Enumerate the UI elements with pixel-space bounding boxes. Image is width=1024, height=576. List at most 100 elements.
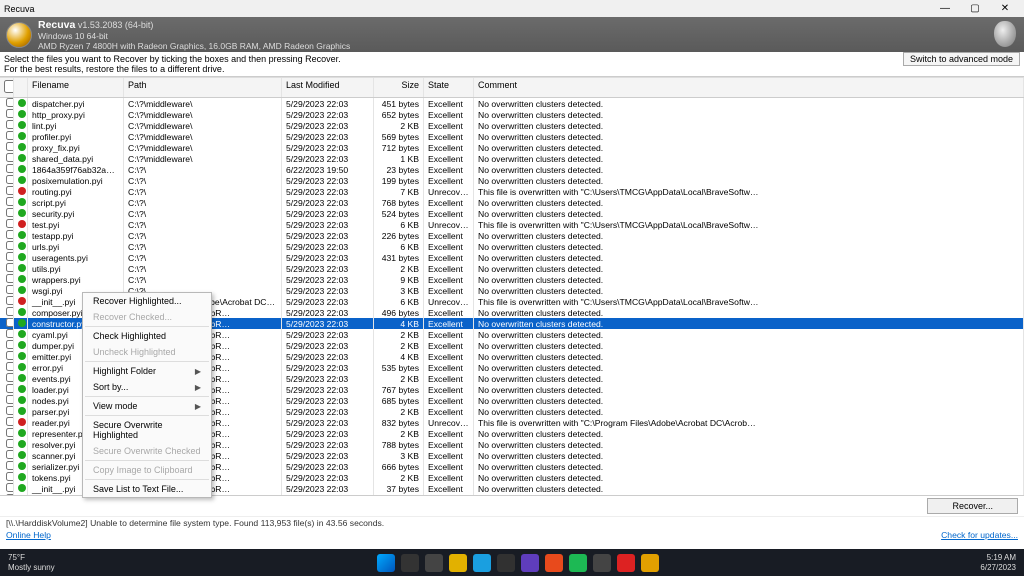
vscode-icon[interactable]: [521, 554, 539, 572]
column-header-row: Filename Path Last Modified Size State C…: [0, 77, 1024, 98]
status-dot-icon: [18, 275, 26, 283]
start-button-icon[interactable]: [377, 554, 395, 572]
row-checkbox[interactable]: [6, 285, 14, 294]
os-line: Windows 10 64-bit: [38, 31, 350, 41]
status-dot-icon: [18, 330, 26, 338]
row-checkbox[interactable]: [6, 252, 14, 261]
header-filename[interactable]: Filename: [28, 78, 124, 97]
header-last-modified[interactable]: Last Modified: [282, 78, 374, 97]
row-checkbox[interactable]: [6, 406, 14, 415]
row-checkbox[interactable]: [6, 428, 14, 437]
row-checkbox[interactable]: [6, 384, 14, 393]
status-dot-icon: [18, 473, 26, 481]
minimize-button[interactable]: —: [930, 3, 960, 14]
status-dot-icon: [18, 374, 26, 382]
row-checkbox[interactable]: [6, 109, 14, 118]
row-checkbox[interactable]: [6, 219, 14, 228]
row-checkbox[interactable]: [6, 373, 14, 382]
status-message: [\\.\HarddiskVolume2] Unable to determin…: [0, 516, 1024, 529]
row-checkbox[interactable]: [6, 483, 14, 492]
row-checkbox[interactable]: [6, 164, 14, 173]
app2-icon[interactable]: [593, 554, 611, 572]
row-checkbox[interactable]: [6, 329, 14, 338]
menu-highlight-folder[interactable]: Highlight Folder▶: [83, 363, 211, 379]
row-checkbox[interactable]: [6, 439, 14, 448]
instructions-bar: Select the files you want to Recover by …: [0, 52, 1024, 77]
terminal-icon[interactable]: [497, 554, 515, 572]
status-dot-icon: [18, 462, 26, 470]
recover-button[interactable]: Recover...: [927, 498, 1018, 514]
row-checkbox[interactable]: [6, 318, 14, 327]
maximize-button[interactable]: ▢: [960, 3, 990, 14]
status-bar: Recover... [\\.\HarddiskVolume2] Unable …: [0, 495, 1024, 541]
row-checkbox[interactable]: [6, 153, 14, 162]
header-size[interactable]: Size: [374, 78, 424, 97]
menu-copy-image: Copy Image to Clipboard: [83, 462, 211, 478]
online-help-link[interactable]: Online Help: [6, 530, 51, 540]
row-checkbox[interactable]: [6, 131, 14, 140]
row-checkbox[interactable]: [6, 472, 14, 481]
menu-sort-by[interactable]: Sort by...▶: [83, 379, 211, 395]
instruction-line1: Select the files you want to Recover by …: [4, 54, 1020, 64]
status-dot-icon: [18, 187, 26, 195]
row-checkbox[interactable]: [6, 450, 14, 459]
task-view-icon[interactable]: [425, 554, 443, 572]
spotify-icon[interactable]: [569, 554, 587, 572]
row-checkbox[interactable]: [6, 186, 14, 195]
row-checkbox[interactable]: [6, 296, 14, 305]
header-comment[interactable]: Comment: [474, 78, 1024, 97]
menu-recover-checked: Recover Checked...: [83, 309, 211, 325]
file-explorer-icon[interactable]: [449, 554, 467, 572]
status-dot-icon: [18, 198, 26, 206]
close-button[interactable]: ✕: [990, 3, 1020, 14]
app-icon[interactable]: [545, 554, 563, 572]
row-checkbox[interactable]: [6, 340, 14, 349]
row-checkbox[interactable]: [6, 197, 14, 206]
row-checkbox[interactable]: [6, 208, 14, 217]
check-updates-link[interactable]: Check for updates...: [941, 530, 1018, 540]
header-path[interactable]: Path: [124, 78, 282, 97]
menu-uncheck-highlighted: Uncheck Highlighted: [83, 344, 211, 360]
row-checkbox[interactable]: [6, 395, 14, 404]
app-logo-icon: [6, 22, 32, 48]
recuva-taskbar-icon[interactable]: [641, 554, 659, 572]
chevron-right-icon: ▶: [195, 383, 201, 392]
row-checkbox[interactable]: [6, 230, 14, 239]
row-checkbox[interactable]: [6, 307, 14, 316]
menu-secure-overwrite-highlighted[interactable]: Secure Overwrite Highlighted: [83, 417, 211, 443]
header-state[interactable]: State: [424, 78, 474, 97]
instruction-line2: For the best results, restore the files …: [4, 64, 1020, 74]
app3-icon[interactable]: [617, 554, 635, 572]
row-checkbox[interactable]: [6, 241, 14, 250]
row-checkbox[interactable]: [6, 362, 14, 371]
status-dot-icon: [18, 484, 26, 492]
edge-icon[interactable]: [473, 554, 491, 572]
taskbar-weather[interactable]: 75°F Mostly sunny: [0, 553, 63, 573]
row-checkbox[interactable]: [6, 98, 14, 107]
row-checkbox[interactable]: [6, 274, 14, 283]
row-checkbox[interactable]: [6, 461, 14, 470]
taskbar-clock[interactable]: 5:19 AM 6/27/2023: [972, 553, 1024, 573]
status-dot-icon: [18, 242, 26, 250]
header-checkbox[interactable]: [0, 78, 14, 97]
status-dot-icon: [18, 110, 26, 118]
row-checkbox[interactable]: [6, 417, 14, 426]
status-dot-icon: [18, 209, 26, 217]
window-titlebar: Recuva — ▢ ✕: [0, 0, 1024, 17]
app-version: v1.53.2083 (64-bit): [78, 20, 154, 30]
windows-taskbar[interactable]: 75°F Mostly sunny 5:19 AM 6/27/2023: [0, 549, 1024, 576]
advanced-mode-button[interactable]: Switch to advanced mode: [903, 52, 1020, 66]
row-checkbox[interactable]: [6, 175, 14, 184]
row-checkbox[interactable]: [6, 142, 14, 151]
menu-check-highlighted[interactable]: Check Highlighted: [83, 328, 211, 344]
menu-secure-overwrite-checked: Secure Overwrite Checked: [83, 443, 211, 459]
row-checkbox[interactable]: [6, 120, 14, 129]
menu-recover-highlighted[interactable]: Recover Highlighted...: [83, 293, 211, 309]
row-checkbox[interactable]: [6, 263, 14, 272]
search-icon[interactable]: [401, 554, 419, 572]
status-dot-icon: [18, 297, 26, 305]
menu-save-list[interactable]: Save List to Text File...: [83, 481, 211, 497]
app-header: Recuva v1.53.2083 (64-bit) Windows 10 64…: [0, 17, 1024, 52]
row-checkbox[interactable]: [6, 351, 14, 360]
menu-view-mode[interactable]: View mode▶: [83, 398, 211, 414]
